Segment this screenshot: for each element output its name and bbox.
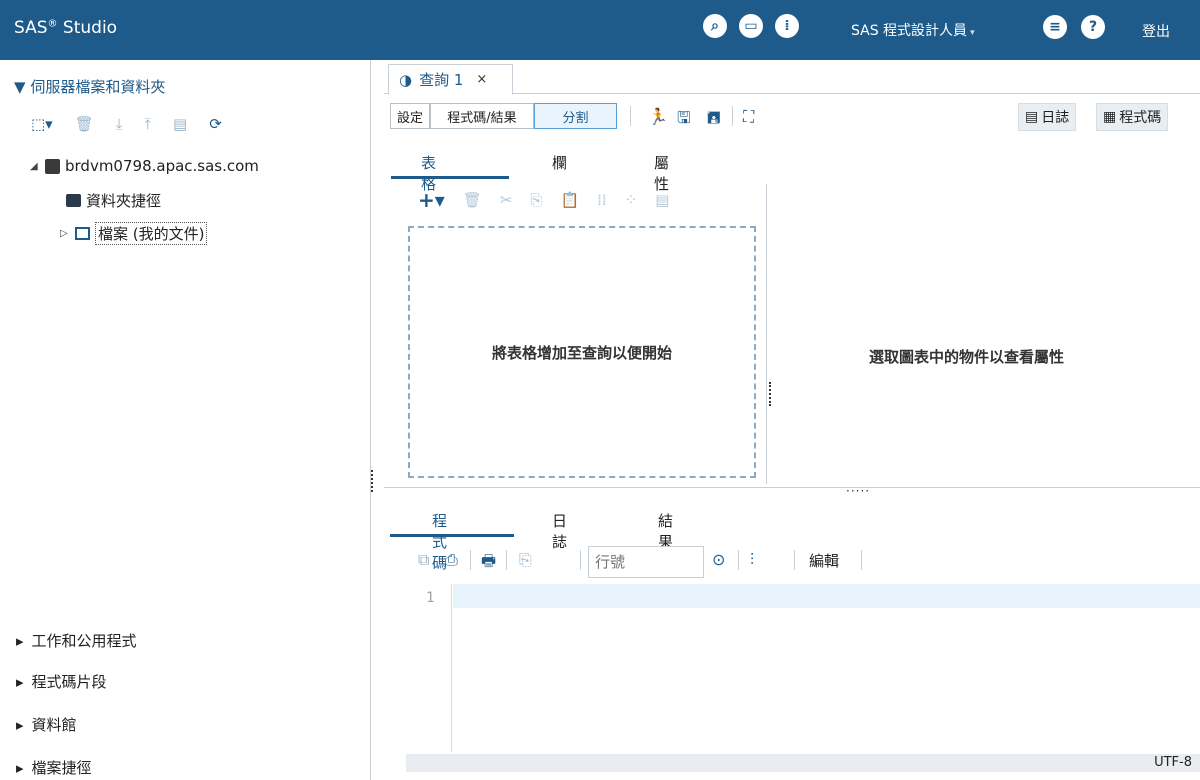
chevron-down-icon: ▾ xyxy=(970,28,975,38)
paste-code-icon[interactable]: ⎘ xyxy=(519,550,532,570)
find-replace-icon[interactable]: ⫶ xyxy=(750,550,754,570)
tab-query-1[interactable]: ◑ 查詢 1 × xyxy=(388,64,513,95)
log-icon: ▤ xyxy=(1025,109,1039,125)
toolbar-divider xyxy=(630,106,631,126)
code-button[interactable]: ▦ 程式碼 xyxy=(1096,103,1169,131)
horizontal-divider xyxy=(384,487,1200,488)
export-code-icon[interactable]: ⎙ xyxy=(445,550,458,570)
expand-arrow-icon: ▸ xyxy=(16,672,24,691)
section-libraries[interactable]: ▸ 資料館 xyxy=(16,714,77,735)
maximize-icon[interactable]: ⛶ xyxy=(743,107,754,127)
menu-icon[interactable]: ≡ xyxy=(1043,15,1067,39)
go-to-line-icon[interactable]: ⊙ xyxy=(712,550,725,569)
line-number-input[interactable] xyxy=(588,546,704,578)
grid-menu-icon[interactable]: ⁞ xyxy=(775,14,799,38)
query-diagram-dropzone[interactable]: 將表格增加至查詢以便開始 xyxy=(408,226,756,478)
expand-arrow-icon: ▸ xyxy=(16,758,24,777)
collapse-triangle-icon: ◢ xyxy=(30,160,38,172)
delete-icon[interactable]: 🗑 xyxy=(463,191,482,209)
run-icon[interactable]: 🏃 xyxy=(648,107,668,126)
document-tab-strip: ◑ 查詢 1 × xyxy=(384,60,1200,95)
copy-icon[interactable]: ⎘ xyxy=(530,191,542,209)
pane-splitter-handle[interactable] xyxy=(371,470,374,492)
split-button[interactable]: 分割 xyxy=(534,103,617,129)
expand-arrow-icon: ▸ xyxy=(16,631,24,650)
join-icon[interactable]: ⁞⁞ xyxy=(597,191,607,209)
toolbar-divider xyxy=(794,550,795,570)
close-icon[interactable]: × xyxy=(476,72,487,87)
save-as-icon[interactable]: 🖪 xyxy=(707,107,721,134)
tree-node-server[interactable]: ◢ brdvm0798.apac.sas.com xyxy=(30,157,259,175)
query-toolbar: 設定 程式碼/結果 分割 🏃 🖫 🖪 ⛶ ▤ 日誌 ▦ 程式碼 xyxy=(390,103,1194,131)
server-files-section-header[interactable]: ▼ 伺服器檔案和資料夾 xyxy=(14,76,165,97)
horizontal-splitter-handle[interactable]: ····· xyxy=(846,484,870,498)
settings-button[interactable]: 設定 xyxy=(390,103,430,129)
edit-button[interactable]: 編輯 xyxy=(809,550,839,571)
layout-icon[interactable]: ⁘ xyxy=(625,191,638,209)
toolbar-divider xyxy=(738,550,739,570)
logout-link[interactable]: 登出 xyxy=(1142,21,1170,41)
toolbar-divider xyxy=(861,550,862,570)
active-tab-indicator xyxy=(391,176,509,179)
download-icon[interactable]: ⤓ xyxy=(116,115,123,133)
paste-icon[interactable]: 📋 xyxy=(560,191,579,209)
work-area: ◑ 查詢 1 × 設定 程式碼/結果 分割 🏃 🖫 🖪 ⛶ ▤ 日誌 ▦ 程式碼… xyxy=(384,60,1200,780)
properties-icon[interactable]: ▤ xyxy=(173,115,187,133)
tree-node-folder-shortcuts[interactable]: 資料夾捷徑 xyxy=(66,190,161,211)
code-icon: ▦ xyxy=(1103,109,1117,125)
expand-arrow-icon: ▸ xyxy=(16,715,24,734)
toolbar-divider xyxy=(732,106,733,126)
top-icon-group: ⌕ ▭ ⁞ xyxy=(703,14,799,38)
section-file-shortcuts[interactable]: ▸ 檔案捷徑 xyxy=(16,757,92,778)
server-icon xyxy=(45,158,60,174)
toolbar-divider xyxy=(506,550,507,570)
open-folder-icon[interactable]: ▭ xyxy=(739,14,763,38)
refresh-icon[interactable]: ⟳ xyxy=(209,115,222,133)
code-results-button[interactable]: 程式碼/結果 xyxy=(430,103,534,129)
folder-shortcut-icon xyxy=(66,194,81,207)
tree-node-my-files[interactable]: ▷ 檔案 (我的文件) xyxy=(60,222,208,245)
properties-splitter-handle[interactable] xyxy=(769,382,771,406)
active-code-tab-indicator xyxy=(390,534,514,537)
copy-code-icon[interactable]: ⧉ xyxy=(418,550,429,570)
app-header: SAS® Studio ⌕ ▭ ⁞ SAS 程式設計人員 ▾ ≡ ? 登出 xyxy=(0,0,1200,60)
files-toolbar: ⬚▾ 🗑 ⤓ ⤒ ▤ ⟳ xyxy=(31,115,222,133)
toolbar-divider xyxy=(470,550,471,570)
expand-triangle-icon: ▼ xyxy=(14,78,26,96)
tab-columns[interactable]: 欄 xyxy=(552,152,567,173)
section-snippets[interactable]: ▸ 程式碼片段 xyxy=(16,671,107,692)
active-line-highlight[interactable] xyxy=(453,584,1200,608)
query-icon: ◑ xyxy=(399,70,413,89)
app-title: SAS® Studio xyxy=(14,18,118,38)
toolbar-divider xyxy=(580,550,581,570)
save-icon[interactable]: 🖫 xyxy=(677,107,691,134)
print-icon[interactable]: 🖶 xyxy=(481,550,496,577)
upload-icon[interactable]: ⤒ xyxy=(144,115,151,133)
navigation-pane: ▼ 伺服器檔案和資料夾 ⬚▾ 🗑 ⤓ ⤒ ▤ ⟳ ◢ brdvm0798.apa… xyxy=(0,60,371,780)
help-icon[interactable]: ? xyxy=(1081,15,1105,39)
home-folder-icon xyxy=(75,227,90,240)
table-properties-icon[interactable]: ▤ xyxy=(655,191,669,209)
new-item-icon[interactable]: ⬚▾ xyxy=(31,115,53,133)
tables-toolbar: +▾ 🗑 ✂ ⎘ 📋 ⁞⁞ ⁘ ▤ xyxy=(418,188,669,212)
code-editor[interactable]: 1 xyxy=(406,584,1200,752)
status-bar: UTF-8 xyxy=(406,754,1200,772)
log-button[interactable]: ▤ 日誌 xyxy=(1018,103,1077,131)
properties-placeholder: 選取圖表中的物件以查看屬性 xyxy=(869,348,1065,366)
search-icon[interactable]: ⌕ xyxy=(703,14,727,38)
add-table-icon[interactable]: +▾ xyxy=(418,188,445,212)
code-toolbar: ⧉ ⎙ 🖶 ⎘ ⊙ ⫶ 編輯 xyxy=(384,542,1200,580)
encoding-label: UTF-8 xyxy=(1154,755,1192,770)
expand-arrow-icon: ▷ xyxy=(60,228,68,239)
role-selector[interactable]: SAS 程式設計人員 ▾ xyxy=(851,20,975,40)
section-tasks-utilities[interactable]: ▸ 工作和公用程式 xyxy=(16,630,137,651)
cut-icon[interactable]: ✂ xyxy=(500,191,513,209)
line-number: 1 xyxy=(426,590,435,606)
line-gutter: 1 xyxy=(406,584,452,752)
delete-icon[interactable]: 🗑 xyxy=(75,115,94,133)
diagram-divider xyxy=(766,184,767,484)
